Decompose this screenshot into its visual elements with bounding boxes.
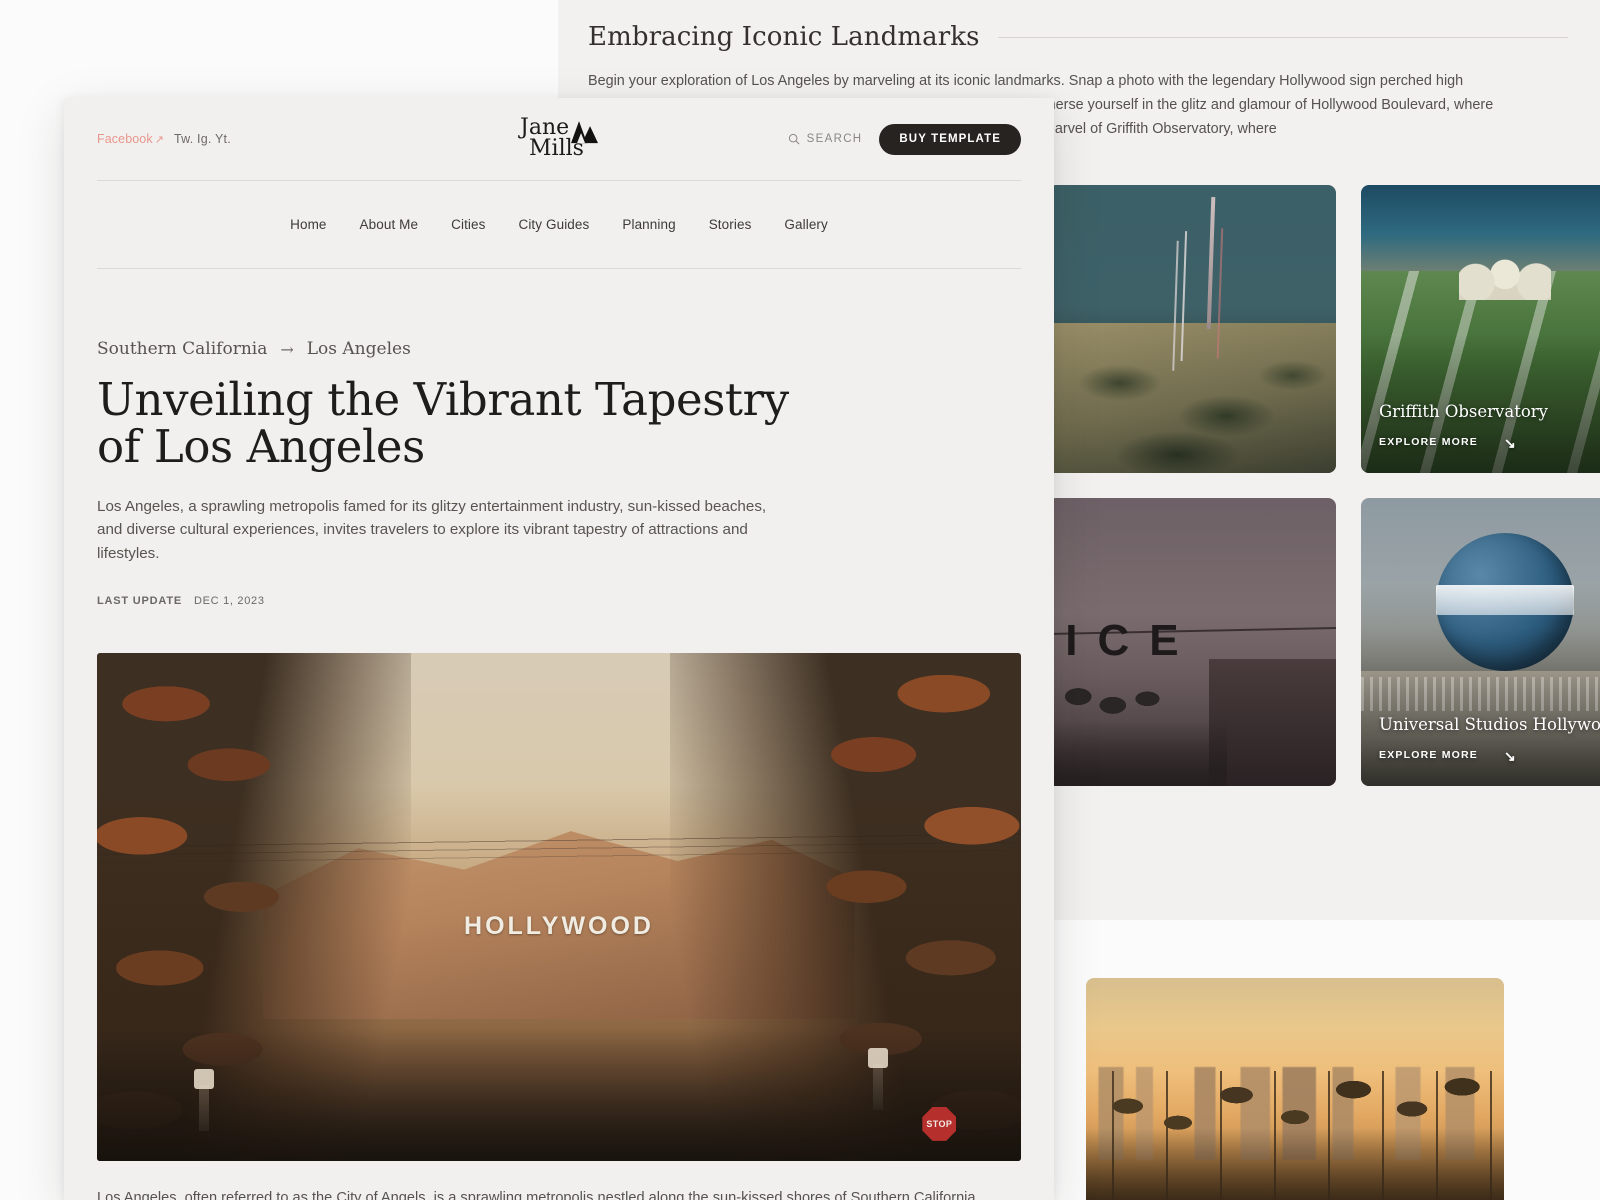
explore-more-label: EXPLORE MORE	[1379, 749, 1478, 761]
venice-card[interactable]: ICE	[1048, 498, 1336, 786]
card-row: ICE Universal Studios Hollywood EXPLORE …	[1048, 498, 1600, 786]
external-link-icon: ↗	[154, 134, 165, 146]
main-navigation: Home About Me Cities City Guides Plannin…	[64, 181, 1054, 268]
universal-studios-photo	[1361, 498, 1600, 786]
article-window: Facebook ↗ Tw. Ig. Yt. Jane Mills SEARCH…	[64, 98, 1054, 1200]
last-update-date: DEC 1, 2023	[193, 595, 265, 608]
search-button[interactable]: SEARCH	[788, 133, 863, 145]
breadcrumb-region[interactable]: Southern California	[97, 339, 267, 359]
article-description: Los Angeles, a sprawling metropolis fame…	[97, 497, 767, 562]
nav-item-about-me[interactable]: About Me	[360, 217, 419, 232]
rear-section-heading-row: Embracing Iconic Landmarks	[588, 22, 1568, 52]
nav-item-gallery[interactable]: Gallery	[784, 217, 827, 232]
last-update-label: LAST UPDATE	[97, 595, 182, 608]
site-logo[interactable]: Jane Mills	[520, 117, 598, 160]
arrow-down-right-icon: ↘	[1504, 435, 1517, 451]
search-button-label: SEARCH	[806, 133, 863, 145]
topbar-actions: SEARCH BUY TEMPLATE	[788, 123, 1021, 155]
social-links: Facebook ↗ Tw. Ig. Yt.	[97, 132, 231, 146]
explore-more-label: EXPLORE MORE	[1379, 436, 1478, 448]
griffith-observatory-card[interactable]: Griffith Observatory EXPLORE MORE ↘	[1361, 185, 1600, 473]
la-skyline-card[interactable]	[1086, 978, 1504, 1200]
hollywood-hills-card[interactable]	[1048, 185, 1336, 473]
breadcrumb: Southern California → Los Angeles	[97, 339, 1021, 359]
arrow-down-right-icon: ↘	[1504, 748, 1517, 764]
hollywood-sign-photo: HOLLYWOOD STOP	[97, 653, 1021, 1162]
arrow-right-icon: →	[280, 339, 294, 359]
article-body-text: Los Angeles, often referred to as the Ci…	[97, 1190, 980, 1200]
nav-item-home[interactable]: Home	[290, 217, 326, 232]
card-row: Griffith Observatory EXPLORE MORE ↘	[1048, 185, 1600, 473]
griffith-observatory-photo	[1361, 185, 1600, 473]
nav-item-stories[interactable]: Stories	[709, 217, 752, 232]
app-screen: Embracing Iconic Landmarks Begin your ex…	[0, 0, 1600, 1200]
universal-studios-card[interactable]: Universal Studios Hollywood EXPLORE MORE…	[1361, 498, 1600, 786]
rear-section-heading: Embracing Iconic Landmarks	[588, 22, 980, 52]
venice-photo: ICE	[1048, 498, 1336, 786]
social-link-facebook[interactable]: Facebook ↗	[97, 132, 164, 146]
hollywood-hills-photo	[1048, 185, 1336, 473]
hero-image: HOLLYWOOD STOP	[97, 653, 1021, 1162]
street-lamp-icon	[868, 1048, 889, 1111]
nav-item-city-guides[interactable]: City Guides	[518, 217, 589, 232]
explore-more-link[interactable]: EXPLORE MORE ↘	[1379, 748, 1517, 764]
page-title: Unveiling the Vibrant Tapestry of Los An…	[97, 373, 789, 474]
buy-template-button[interactable]: BUY TEMPLATE	[879, 123, 1021, 155]
mountain-logo-icon	[570, 121, 598, 143]
hollywood-sign-text: HOLLYWOOD	[464, 912, 654, 941]
explore-more-link[interactable]: EXPLORE MORE ↘	[1379, 435, 1517, 451]
article-header: Southern California → Los Angeles Unveil…	[64, 269, 1054, 607]
search-icon	[788, 133, 800, 145]
social-link-facebook-label: Facebook	[97, 132, 153, 146]
nav-item-planning[interactable]: Planning	[622, 217, 675, 232]
breadcrumb-city[interactable]: Los Angeles	[307, 339, 411, 359]
nav-item-cities[interactable]: Cities	[451, 217, 485, 232]
card-caption: Universal Studios Hollywood	[1379, 715, 1600, 734]
social-links-secondary[interactable]: Tw. Ig. Yt.	[174, 132, 231, 146]
article-meta: LAST UPDATE DEC 1, 2023	[97, 595, 1021, 607]
site-topbar: Facebook ↗ Tw. Ig. Yt. Jane Mills SEARCH…	[64, 98, 1054, 180]
street-lamp-icon	[193, 1068, 214, 1131]
card-caption: Griffith Observatory	[1379, 402, 1548, 421]
heading-divider	[997, 36, 1568, 38]
landmark-card-grid: Griffith Observatory EXPLORE MORE ↘ ICE	[1048, 185, 1600, 811]
la-skyline-photo	[1086, 978, 1504, 1200]
